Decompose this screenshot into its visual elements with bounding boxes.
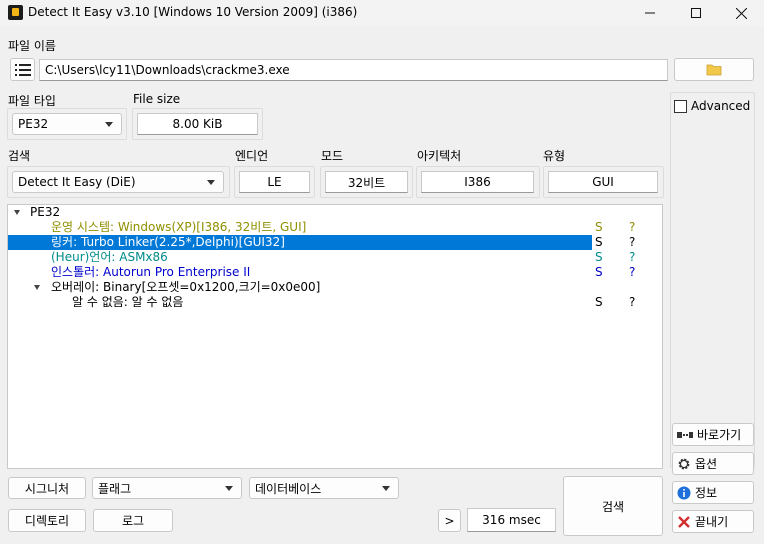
result-scan-flag: S	[595, 220, 603, 234]
result-scan-flag: S	[595, 250, 603, 264]
database-select[interactable]: 데이터베이스	[249, 477, 399, 499]
result-text: 오버레이: Binary[오프셋=0x1200,크기=0x0e00]	[51, 280, 321, 294]
shortcut-button[interactable]: 바로가기	[672, 423, 754, 446]
advanced-checkbox[interactable]	[674, 100, 687, 113]
file-type-label: 파일 타입	[8, 94, 56, 108]
flags-select[interactable]: 플래그	[92, 477, 242, 499]
directory-button[interactable]: 디렉토리	[8, 509, 86, 532]
open-file-button[interactable]	[674, 58, 754, 81]
file-size-value: 8.00 KiB	[137, 113, 258, 135]
info-icon	[677, 486, 691, 499]
exit-icon	[678, 515, 690, 528]
file-size-label: File size	[133, 92, 181, 106]
tree-row[interactable]: 링커: Turbo Linker(2.25*,Delphi)[GUI32]	[51, 235, 285, 250]
file-path-input[interactable]: C:\Users\lcy11\Downloads\crackme3.exe	[39, 59, 668, 81]
result-text: PE32	[30, 205, 61, 219]
window-title: Detect It Easy v3.10 [Windows 10 Version…	[28, 5, 358, 19]
list-icon	[14, 63, 31, 76]
result-text: 알 수 없음: 알 수 없음	[72, 295, 184, 309]
exit-label: 끝내기	[695, 515, 729, 529]
result-info-flag[interactable]: ?	[629, 250, 635, 265]
tree-row[interactable]: 오버레이: Binary[오프셋=0x1200,크기=0x0e00]	[51, 280, 320, 295]
result-scan-flag: S	[595, 265, 603, 279]
arch-value: I386	[421, 171, 534, 193]
more-button[interactable]: >	[438, 509, 461, 532]
maximize-icon	[691, 8, 701, 18]
minimize-icon	[645, 12, 655, 14]
tree-row[interactable]: 운영 시스템: Windows(XP)[I386, 32비트, GUI]	[51, 220, 306, 235]
file-type-value: PE32	[18, 117, 49, 131]
scan-engine-value: Detect It Easy (DiE)	[18, 175, 136, 189]
file-menu-button[interactable]	[10, 58, 35, 81]
result-text: 링커: Turbo Linker(2.25*,Delphi)[GUI32]	[51, 235, 285, 249]
type-value: GUI	[548, 171, 658, 193]
options-label: 옵션	[695, 457, 718, 471]
result-text: 운영 시스템: Windows(XP)[I386, 32비트, GUI]	[51, 220, 307, 234]
chevron-down-icon	[225, 486, 233, 491]
shortcut-label: 바로가기	[697, 428, 742, 442]
mode-value: 32비트	[325, 171, 408, 193]
file-name-label: 파일 이름	[8, 39, 56, 53]
scan-label: 검색	[8, 149, 31, 163]
options-button[interactable]: 옵션	[672, 452, 754, 475]
chevron-down-icon	[207, 180, 215, 185]
result-scan-flag: S	[595, 295, 603, 309]
result-text: (Heur)언어: ASMx86	[51, 250, 168, 264]
endian-value: LE	[239, 171, 310, 193]
signatures-button[interactable]: 시그니처	[8, 477, 86, 499]
database-value: 데이터베이스	[255, 481, 322, 496]
close-icon	[735, 7, 747, 19]
scan-time-value: 316 msec	[467, 508, 556, 532]
folder-icon	[706, 64, 722, 76]
result-info-flag[interactable]: ?	[629, 235, 635, 250]
exit-button[interactable]: 끝내기	[672, 510, 754, 533]
scan-button[interactable]: 검색	[563, 476, 663, 536]
info-label: 정보	[695, 486, 718, 500]
scan-engine-select[interactable]: Detect It Easy (DiE)	[12, 171, 224, 193]
close-button[interactable]	[718, 0, 764, 26]
result-info-flag[interactable]: ?	[629, 220, 635, 235]
tree-row[interactable]: 알 수 없음: 알 수 없음	[72, 295, 183, 310]
tree-row[interactable]: PE32	[30, 205, 60, 220]
result-info-flag[interactable]: ?	[629, 295, 635, 310]
expand-icon[interactable]	[34, 285, 40, 290]
minimize-button[interactable]	[627, 0, 673, 26]
mode-label: 모드	[321, 149, 344, 163]
tree-row[interactable]: (Heur)언어: ASMx86	[51, 250, 168, 265]
flags-value: 플래그	[98, 481, 132, 496]
side-panel	[670, 92, 755, 468]
chevron-down-icon	[105, 122, 113, 127]
gear-icon	[678, 458, 690, 469]
info-button[interactable]: 정보	[672, 481, 754, 504]
advanced-label: Advanced	[691, 99, 751, 113]
arch-label: 아키텍처	[417, 149, 462, 163]
shortcut-icon	[677, 431, 693, 438]
maximize-button[interactable]	[673, 0, 719, 26]
file-type-select[interactable]: PE32	[12, 113, 122, 135]
type-label: 유형	[543, 149, 566, 163]
log-button[interactable]: 로그	[93, 509, 173, 532]
tree-row[interactable]: 인스톨러: Autorun Pro Enterprise II	[51, 265, 250, 280]
result-text: 인스톨러: Autorun Pro Enterprise II	[51, 265, 251, 279]
expand-icon[interactable]	[14, 210, 20, 215]
result-info-flag[interactable]: ?	[629, 265, 635, 280]
chevron-down-icon	[382, 486, 390, 491]
endian-label: 엔디언	[235, 149, 269, 163]
result-scan-flag: S	[595, 235, 603, 249]
die-logo-icon	[8, 5, 23, 20]
